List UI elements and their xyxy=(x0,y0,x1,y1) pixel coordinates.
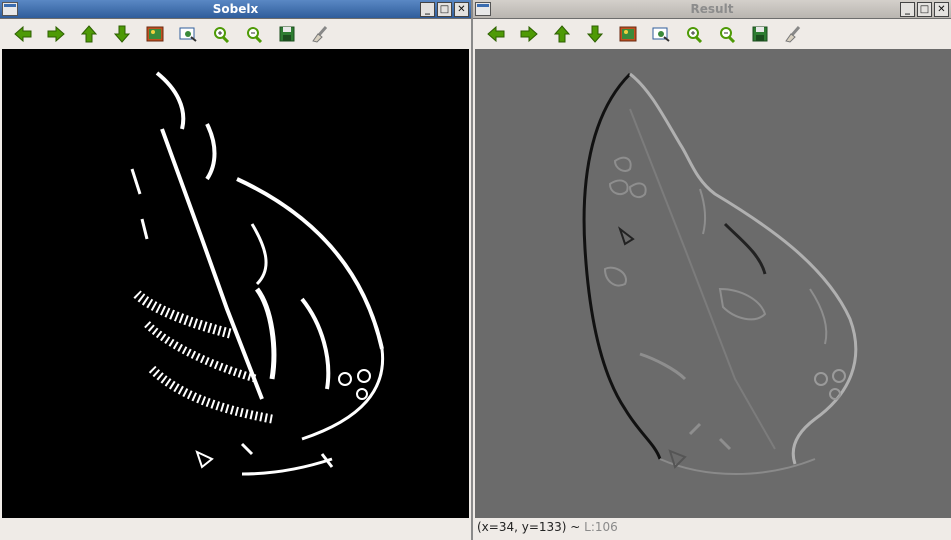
arrow-down-icon[interactable] xyxy=(578,21,611,47)
minimize-button[interactable]: _ xyxy=(420,2,435,17)
sobelx-window: Sobelx _ □ ✕ xyxy=(0,0,471,540)
result-window: Result _ □ ✕ (x=34, y=133) ~ L:106 xyxy=(471,0,951,540)
clear-brush-icon[interactable] xyxy=(776,21,809,47)
zoom-out-icon[interactable] xyxy=(237,21,270,47)
title-bar[interactable]: Result _ □ ✕ xyxy=(473,0,951,19)
save-icon[interactable] xyxy=(743,21,776,47)
maximize-button[interactable]: □ xyxy=(917,2,932,17)
zoom-in-icon[interactable] xyxy=(204,21,237,47)
image-icon[interactable] xyxy=(138,21,171,47)
clear-brush-icon[interactable] xyxy=(303,21,336,47)
save-icon[interactable] xyxy=(270,21,303,47)
minimize-button[interactable]: _ xyxy=(900,2,915,17)
status-bar: (x=34, y=133) ~ L:106 xyxy=(477,520,618,534)
result-image-canvas[interactable] xyxy=(475,49,951,518)
close-button[interactable]: ✕ xyxy=(934,2,949,17)
image-icon[interactable] xyxy=(611,21,644,47)
zoom-fit-icon[interactable] xyxy=(644,21,677,47)
arrow-left-icon[interactable] xyxy=(479,21,512,47)
arrow-left-icon[interactable] xyxy=(6,21,39,47)
zoom-out-icon[interactable] xyxy=(710,21,743,47)
zoom-in-icon[interactable] xyxy=(677,21,710,47)
arrow-right-icon[interactable] xyxy=(512,21,545,47)
sobelx-image-canvas[interactable] xyxy=(2,49,469,518)
title-bar[interactable]: Sobelx _ □ ✕ xyxy=(0,0,471,19)
arrow-up-icon[interactable] xyxy=(545,21,578,47)
pixel-value: L:106 xyxy=(584,520,618,534)
window-title: Result xyxy=(690,2,734,16)
window-title: Sobelx xyxy=(212,2,259,16)
toolbar xyxy=(473,19,951,49)
arrow-right-icon[interactable] xyxy=(39,21,72,47)
maximize-button[interactable]: □ xyxy=(437,2,452,17)
zoom-fit-icon[interactable] xyxy=(171,21,204,47)
toolbar xyxy=(0,19,471,49)
arrow-down-icon[interactable] xyxy=(105,21,138,47)
close-button[interactable]: ✕ xyxy=(454,2,469,17)
arrow-up-icon[interactable] xyxy=(72,21,105,47)
cursor-coordinates: (x=34, y=133) ~ xyxy=(477,520,585,534)
